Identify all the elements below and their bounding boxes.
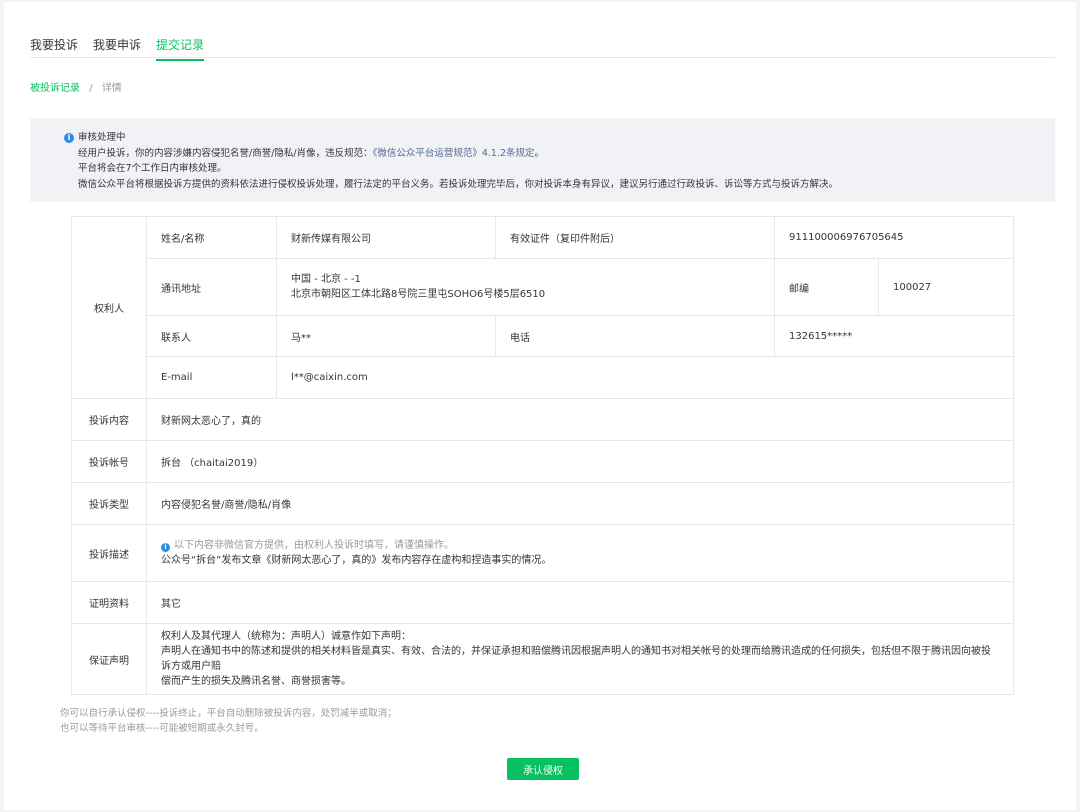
info-icon: i [161,543,170,552]
desc-cell: i 以下内容非微信官方提供，由权利人投诉时填写，请谨慎操作。 公众号“拆台”发布文… [146,524,1014,582]
review-notice: i 审核处理中 经用户投诉，你的内容涉嫌内容侵犯名誉/商誉/隐私/肖像，违反规范… [30,118,1055,202]
complaint-detail-page: 我要投诉 我要申诉 提交记录 被投诉记录 / 详情 i 审核处理中 经用户投诉，… [4,2,1076,810]
contact-value: 马** [276,315,496,357]
breadcrumb: 被投诉记录 / 详情 [30,79,122,94]
table-row: E-mail l**@caixin.com [72,356,1014,399]
account-label: 投诉帐号 [71,440,147,483]
name-value: 财新传媒有限公司 [276,216,496,259]
postcode-label: 邮编 [774,258,879,316]
id-label: 有效证件（复印件附后） [495,216,775,259]
type-value: 内容侵犯名誉/商誉/隐私/肖像 [146,482,1014,525]
rule-link[interactable]: 《微信公众平台运营规范》4.1.2条规定 [373,148,535,159]
desc-hint-text: 以下内容非微信官方提供，由权利人投诉时填写，请谨慎操作。 [174,540,454,551]
notice-line-1: 经用户投诉，你的内容涉嫌内容侵犯名誉/商誉/隐私/肖像，违反规范：《微信公众平台… [78,146,1055,162]
table-row: 保证声明 权利人及其代理人（统称为：声明人）诚意作如下声明： 声明人在通知书中的… [71,623,1014,695]
decl-line-2: 声明人在通知书中的陈述和提供的相关材料皆是真实、有效、合法的，并保证承担和赔偿腾… [161,646,991,672]
breadcrumb-complaint-records[interactable]: 被投诉记录 [30,83,80,94]
id-value: 911100006976705645 [774,216,1014,259]
tab-divider [30,57,1055,58]
breadcrumb-separator: / [89,83,93,94]
desc-label: 投诉描述 [71,524,147,582]
address-label: 通讯地址 [146,258,277,316]
complaint-detail-table: 权利人 姓名/名称 财新传媒有限公司 有效证件（复印件附后） 911100006… [71,216,1014,695]
postcode-value: 100027 [878,258,1014,316]
notice-line-3: 微信公众平台将根据投诉方提供的资料依法进行侵权投诉处理，履行法定的平台义务。若投… [78,178,839,190]
proof-label: 证明资料 [71,581,147,624]
notice-line-1-suffix: 。 [534,147,545,159]
table-row: 投诉类型 内容侵犯名誉/商誉/隐私/肖像 [71,482,1014,525]
email-value: l**@caixin.com [276,356,1014,399]
table-row: 投诉内容 财新网太恶心了，真的 [71,398,1014,441]
account-value: 拆台 （chaitai2019） [146,440,1014,483]
table-row: 证明资料 其它 [71,581,1014,624]
decl-line-1: 权利人及其代理人（统称为：声明人）诚意作如下声明： [161,631,411,642]
notice-line-1-text: 经用户投诉，你的内容涉嫌内容侵犯名誉/商誉/隐私/肖像，违反规范： [78,147,373,159]
phone-value: 132615***** [774,315,1014,357]
rights-holder-label: 权利人 [71,216,147,399]
email-label: E-mail [146,356,277,399]
decl-cell: 权利人及其代理人（统称为：声明人）诚意作如下声明： 声明人在通知书中的陈述和提供… [146,623,1014,695]
table-row: 通讯地址 中国 - 北京 - -1 北京市朝阳区工体北路8号院三里屯SOHO6号… [72,258,1014,316]
footer-line-1: 你可以自行承认侵权----投诉终止，平台自动删除被投诉内容，处罚减半或取消； [60,708,397,719]
name-label: 姓名/名称 [146,216,277,259]
notice-line-2: 平台将会在7个工作日内审核处理。 [78,163,227,174]
address-value: 中国 - 北京 - -1 北京市朝阳区工体北路8号院三里屯SOHO6号楼5层65… [276,258,775,316]
table-row: 投诉帐号 拆台 （chaitai2019） [71,440,1014,483]
decl-line-3: 偿而产生的损失及腾讯名誉、商誉损害等。 [161,676,351,687]
breadcrumb-current: 详情 [101,83,122,94]
address-line-2: 北京市朝阳区工体北路8号院三里屯SOHO6号楼5层6510 [291,289,546,300]
footer-line-2: 也可以等待平台审核----可能被短期或永久封号。 [60,723,264,734]
desc-hint: i 以下内容非微信官方提供，由权利人投诉时填写，请谨慎操作。 [161,538,999,553]
table-row: 联系人 马** 电话 132615***** [72,315,1014,357]
notice-title: 审核处理中 [78,132,126,143]
proof-value: 其它 [146,581,1014,624]
decl-label: 保证声明 [71,623,147,695]
contact-label: 联系人 [146,315,277,357]
content-value: 财新网太恶心了，真的 [146,398,1014,441]
table-row: 权利人 姓名/名称 财新传媒有限公司 有效证件（复印件附后） 911100006… [71,216,1014,399]
phone-label: 电话 [495,315,775,357]
type-label: 投诉类型 [71,482,147,525]
info-icon: i [64,133,74,143]
desc-value: 公众号“拆台”发布文章《财新网太恶心了，真的》发布内容存在虚构和捏造事实的情况。 [161,555,552,566]
address-line-1: 中国 - 北京 - -1 [291,274,361,285]
footer-note: 你可以自行承认侵权----投诉终止，平台自动删除被投诉内容，处罚减半或取消； 也… [60,706,397,736]
admit-infringement-button[interactable]: 承认侵权 [507,758,579,780]
content-label: 投诉内容 [71,398,147,441]
table-row: 投诉描述 i 以下内容非微信官方提供，由权利人投诉时填写，请谨慎操作。 公众号“拆… [71,524,1014,582]
